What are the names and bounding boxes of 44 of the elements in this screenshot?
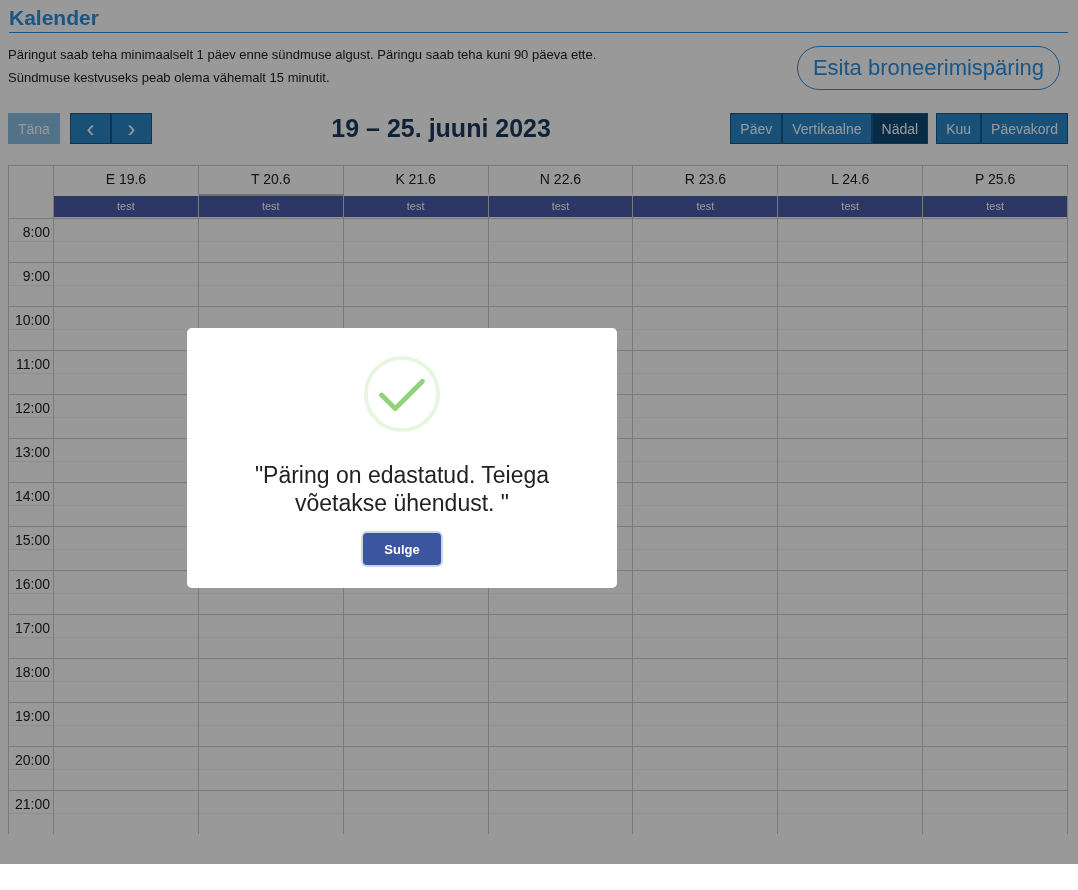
time-label: 12:00 [9,394,54,438]
time-label: 8:00 [9,218,54,262]
booking-request-button[interactable]: Esita broneerimispäring [796,46,1060,90]
time-label: 20:00 [9,746,54,790]
time-label: 16:00 [9,570,54,614]
event-bar[interactable]: test [54,196,198,217]
time-label: 15:00 [9,526,54,570]
info-text: Päringut saab teha minimaalselt 1 päev enne sündmuse algust. Päringu saab teha kuni 90 päeva ette. [8,47,597,62]
time-label: 13:00 [9,438,54,482]
view-tab[interactable]: Kuu [936,113,982,144]
event-bar[interactable]: test [488,196,633,217]
page-title: Kalender [9,6,1068,33]
day-header: T 20.6 [198,166,344,194]
close-button[interactable]: Sulge [363,533,441,565]
time-label: 21:00 [9,790,54,834]
time-label: 11:00 [9,350,54,394]
event-bar[interactable]: test [633,196,778,217]
time-label: 18:00 [9,658,54,702]
event-bar[interactable]: test [198,196,343,217]
day-header: E 19.6 [54,166,199,194]
event-bar[interactable]: test [343,196,488,217]
day-header: K 21.6 [343,166,489,194]
day-header: P 25.6 [923,166,1068,194]
view-tab[interactable]: Nädal [871,113,929,144]
view-tab[interactable]: Vertikaalne [782,113,872,144]
next-button[interactable]: › [110,113,152,144]
view-tab[interactable]: Päevakord [981,113,1068,144]
day-header: L 24.6 [778,166,924,194]
dialog-message: "Päring on edastatud. Teiega võetakse ühendust. " [253,461,551,517]
time-label: 14:00 [9,482,54,526]
day-header: R 23.6 [633,166,779,194]
info-text: Sündmuse kestvuseks peab olema vähemalt 15 minutit. [8,70,331,85]
time-label: 10:00 [9,306,54,350]
checkmark-icon [363,355,441,433]
event-bar[interactable]: test [923,196,1067,217]
time-label: 19:00 [9,702,54,746]
view-tab[interactable]: Päev [730,113,783,144]
time-label: 17:00 [9,614,54,658]
time-label: 9:00 [9,262,54,306]
time-slot[interactable] [54,570,199,614]
day-header: N 22.6 [488,166,634,194]
date-range-title: 19 – 25. juuni 2023 [330,114,552,143]
event-bar[interactable]: test [778,196,923,217]
previous-button[interactable]: ‹ [69,113,111,144]
